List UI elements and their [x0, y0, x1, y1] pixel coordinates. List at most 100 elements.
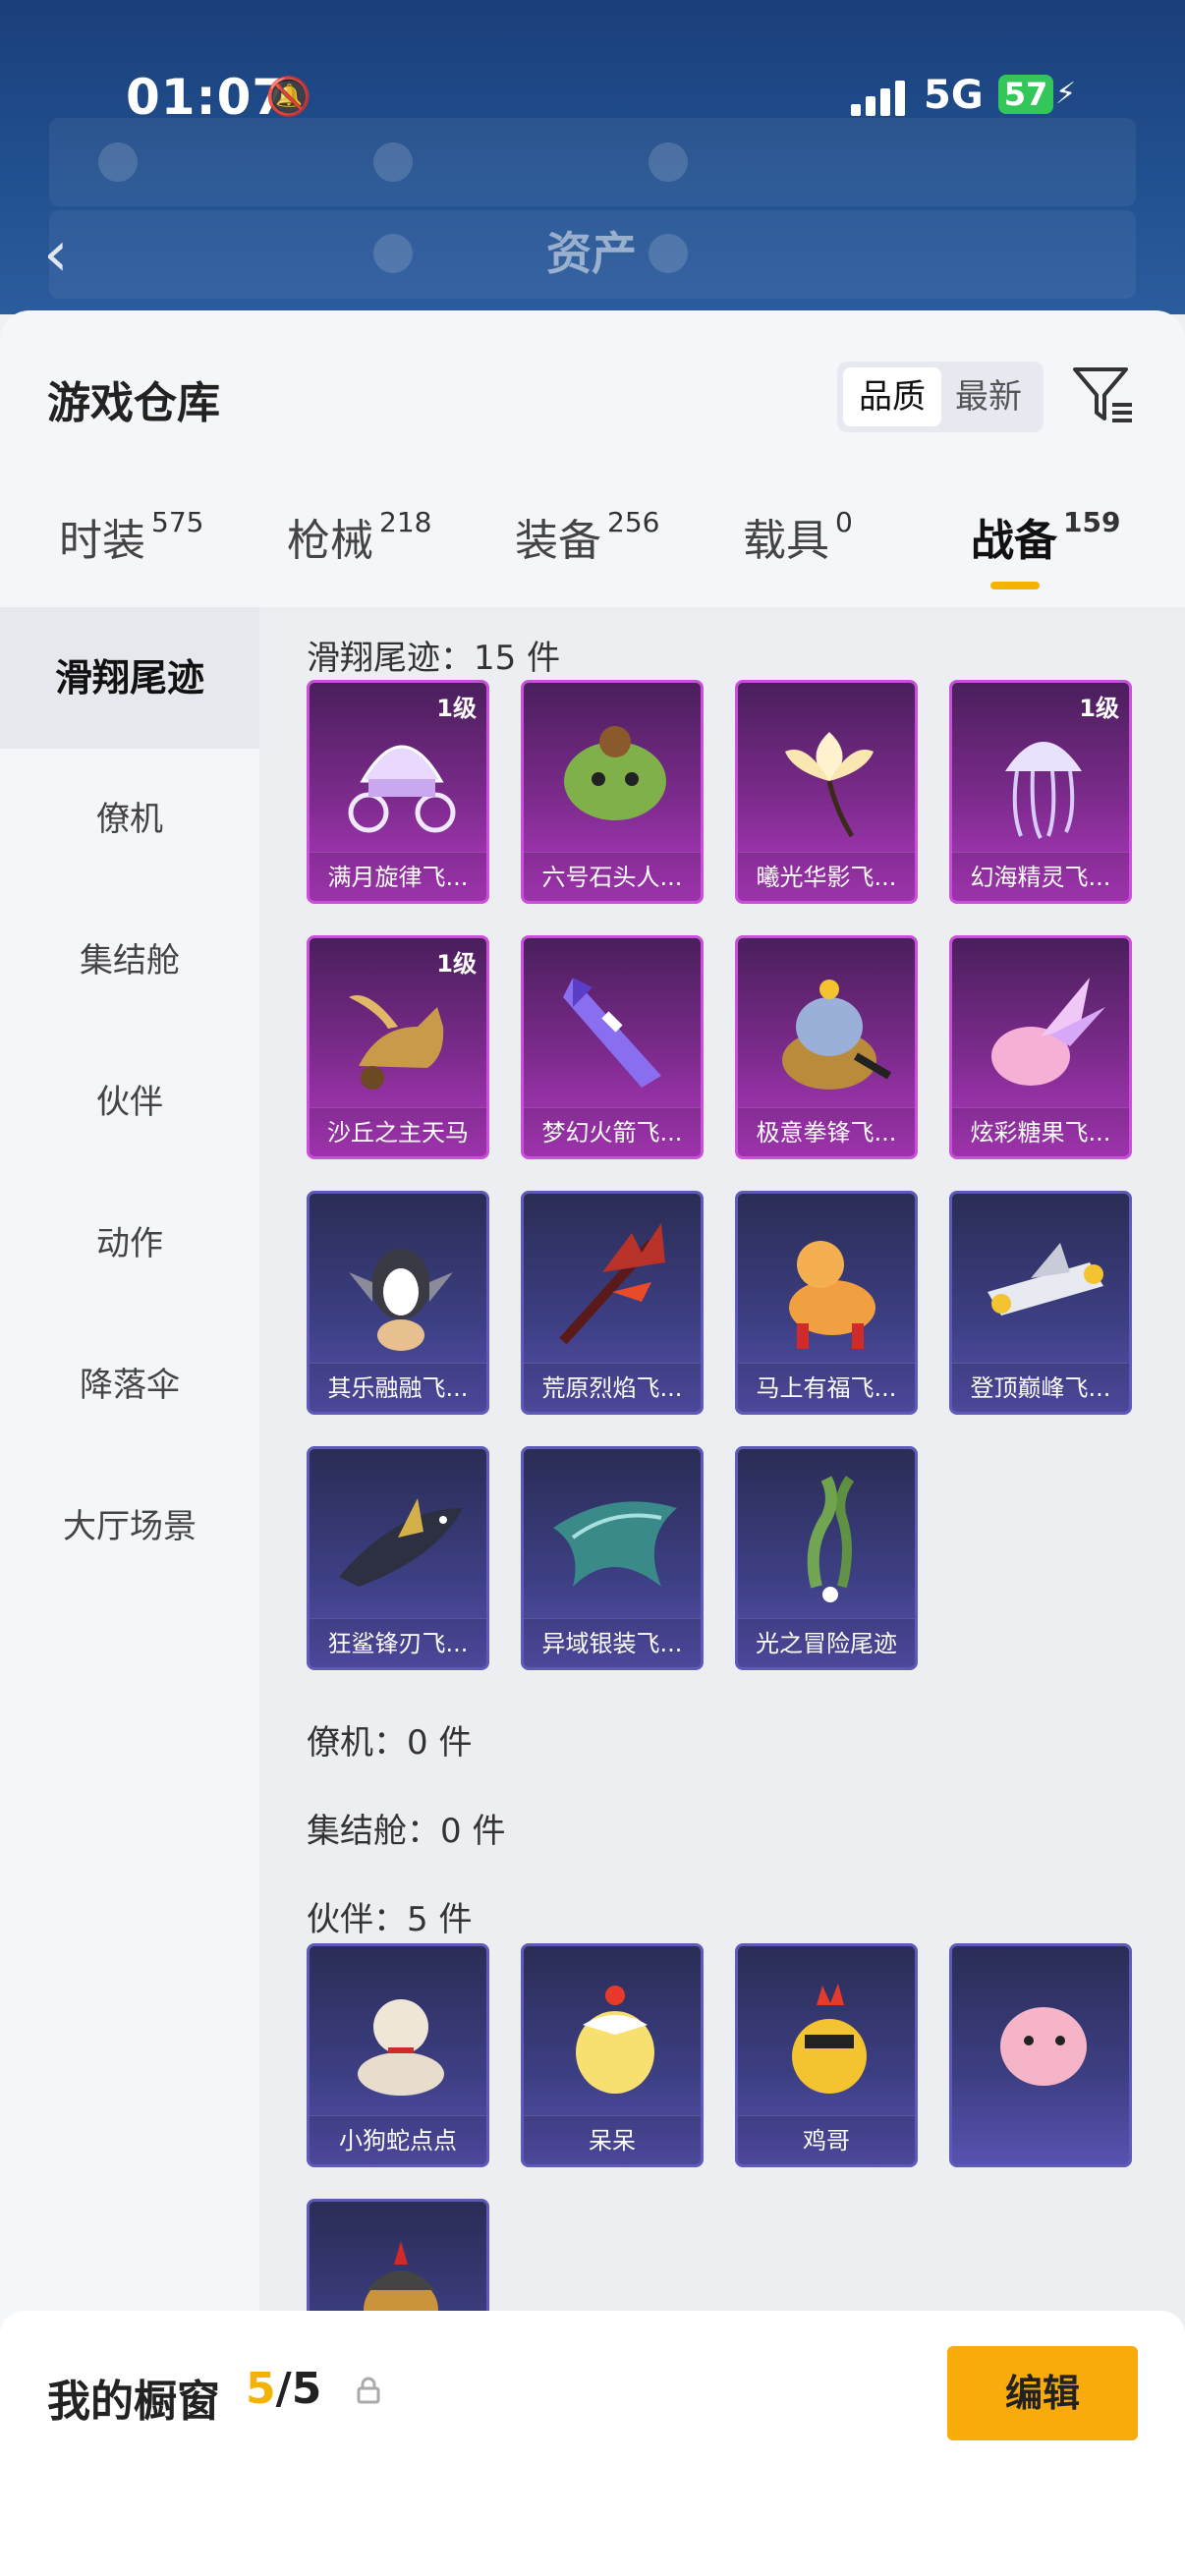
stat-icon: [373, 234, 413, 273]
section-title-rally-pod: 集结舱：0 件: [307, 1812, 506, 1851]
item-name: 马上有福飞...: [738, 1363, 915, 1412]
network-label: 5G: [924, 73, 984, 118]
sidebar-item-lobby-scene[interactable]: 大厅场景: [0, 1456, 259, 1597]
item-name: 呆呆: [524, 2115, 701, 2164]
item-tile[interactable]: 其乐融融飞...: [307, 1191, 489, 1415]
sheet-title: 游戏仓库: [47, 378, 220, 428]
section-title-wingman: 僚机：0 件: [307, 1723, 473, 1763]
chick-icon: [576, 1986, 654, 2094]
sidebar-item-glide-trail[interactable]: 滑翔尾迹: [0, 607, 259, 749]
section-title-partner: 伙伴：5 件: [307, 1900, 473, 1939]
wing-icon: [553, 1501, 677, 1587]
item-tile[interactable]: 异域银装飞...: [521, 1446, 704, 1670]
item-grid-area: 滑翔尾迹：15 件 1级 满月旋律飞... 六号石头人... 曦光华影飞... 1级 幻海…: [259, 607, 1185, 2474]
item-tile[interactable]: 梦幻火箭飞...: [521, 935, 704, 1159]
lock-icon: [357, 2377, 380, 2404]
item-name: 极意拳锋飞...: [738, 1107, 915, 1156]
stone-creature-icon: [564, 726, 666, 820]
item-level: 1级: [436, 695, 477, 722]
shark-icon: [339, 1498, 463, 1587]
flame-wing-icon: [559, 1223, 665, 1345]
page-title: 资产: [546, 227, 637, 280]
carriage-icon: [348, 745, 456, 833]
sidebar-item-rally-pod[interactable]: 集结舱: [0, 890, 259, 1032]
item-name: 小狗蛇点点: [310, 2115, 486, 2164]
item-tile[interactable]: 1级 幻海精灵飞...: [949, 680, 1132, 904]
item-name: 沙丘之主天马: [310, 1107, 486, 1156]
top-header: 01:07 🔕 5G 57 ⚡ ‹ 资产: [0, 0, 1185, 314]
item-name: 异域银装飞...: [524, 1618, 701, 1667]
item-tile[interactable]: 炫彩糖果飞...: [949, 935, 1132, 1159]
showcase-bar: 我的橱窗 5/5 编辑: [0, 2311, 1185, 2576]
sort-quality-button[interactable]: 品质: [843, 367, 941, 426]
item-name: 满月旋律飞...: [310, 852, 486, 901]
item-tile[interactable]: 呆呆: [521, 1943, 704, 2167]
item-level: 1级: [436, 950, 477, 978]
inventory-sheet: 游戏仓库 品质 最新 时装 575 枪械 218 装备 256 载具 0 战备 159 滑…: [0, 310, 1185, 2576]
signal-icon: [851, 79, 908, 116]
item-tile[interactable]: 鸡哥: [735, 1943, 918, 2167]
status-bar: 01:07 🔕 5G 57 ⚡: [0, 69, 1185, 128]
showcase-title: 我的橱窗: [47, 2377, 220, 2427]
item-tile[interactable]: 光之冒险尾迹: [735, 1446, 918, 1670]
jet-icon: [988, 1243, 1103, 1316]
item-name: 炫彩糖果飞...: [952, 1107, 1129, 1156]
item-tile[interactable]: 1级满月旋律飞...: [307, 680, 489, 904]
sidebar-item-parachute[interactable]: 降落伞: [0, 1315, 259, 1456]
showcase-count: 5/5: [246, 2364, 322, 2414]
flower-icon: [785, 732, 874, 838]
elephant-icon: [782, 980, 892, 1090]
item-tile[interactable]: 荒原烈焰飞...: [521, 1191, 704, 1415]
item-tile[interactable]: 登顶巅峰飞...: [949, 1191, 1132, 1415]
item-tile[interactable]: 狂鲨锋刃飞...: [307, 1446, 489, 1670]
tab-fashion[interactable]: 时装 575: [59, 505, 203, 568]
sort-latest-button[interactable]: 最新: [939, 367, 1038, 426]
stat-icon: [649, 234, 688, 273]
item-tile[interactable]: 极意拳锋飞...: [735, 935, 918, 1159]
item-name: 曦光华影飞...: [738, 852, 915, 901]
tab-vehicles[interactable]: 载具 0: [743, 505, 853, 568]
stat-icon: [373, 142, 413, 182]
battery-icon: 57: [998, 75, 1053, 114]
sort-toggle: 品质 最新: [837, 362, 1044, 432]
status-time: 01:07: [126, 69, 288, 126]
item-level: 1级: [1079, 695, 1119, 722]
pegasus-icon: [349, 995, 444, 1090]
edit-button[interactable]: 编辑: [947, 2346, 1138, 2440]
section-title-glide-trail: 滑翔尾迹：15 件: [307, 639, 561, 678]
pink-creature-icon: [1000, 2007, 1087, 2086]
item-name: 荒原烈焰飞...: [524, 1363, 701, 1412]
item-name: 狂鲨锋刃飞...: [310, 1618, 486, 1667]
sidebar: 滑翔尾迹 僚机 集结舱 伙伴 动作 降落伞 大厅场景: [0, 607, 259, 2474]
item-name: 登顶巅峰飞...: [952, 1363, 1129, 1412]
charging-icon: ⚡: [1055, 77, 1077, 111]
sidebar-item-emote[interactable]: 动作: [0, 1173, 259, 1315]
item-tile[interactable]: 马上有福飞...: [735, 1191, 918, 1415]
penguin-icon: [349, 1249, 453, 1351]
item-name: 其乐融融飞...: [310, 1363, 486, 1412]
item-tile[interactable]: [949, 1943, 1132, 2167]
horse-icon: [789, 1241, 875, 1349]
rooster-icon: [792, 1984, 867, 2094]
smoke-trail-icon: [807, 1476, 855, 1602]
stat-icon: [649, 142, 688, 182]
rocket-icon: [563, 978, 661, 1088]
item-tile[interactable]: 小狗蛇点点: [307, 1943, 489, 2167]
tab-battle-prep[interactable]: 战备 159: [971, 505, 1120, 568]
snake-dog-icon: [358, 1999, 444, 2096]
item-tile[interactable]: 曦光华影飞...: [735, 680, 918, 904]
sidebar-item-partner[interactable]: 伙伴: [0, 1032, 259, 1173]
filter-icon[interactable]: [1069, 360, 1138, 428]
header-stat-row: [49, 118, 1136, 206]
stat-icon: [98, 142, 138, 182]
item-name: 光之冒险尾迹: [738, 1618, 915, 1667]
item-tile[interactable]: 六号石头人...: [521, 680, 704, 904]
item-tile[interactable]: 1级沙丘之主天马: [307, 935, 489, 1159]
jellyfish-icon: [1005, 742, 1082, 839]
item-name: 鸡哥: [738, 2115, 915, 2164]
tab-firearms[interactable]: 枪械 218: [287, 505, 431, 568]
sidebar-item-wingman[interactable]: 僚机: [0, 749, 259, 890]
back-icon[interactable]: ‹: [43, 218, 69, 291]
tab-equipment[interactable]: 装备 256: [515, 505, 659, 568]
bell-muted-icon: 🔕: [265, 75, 312, 118]
